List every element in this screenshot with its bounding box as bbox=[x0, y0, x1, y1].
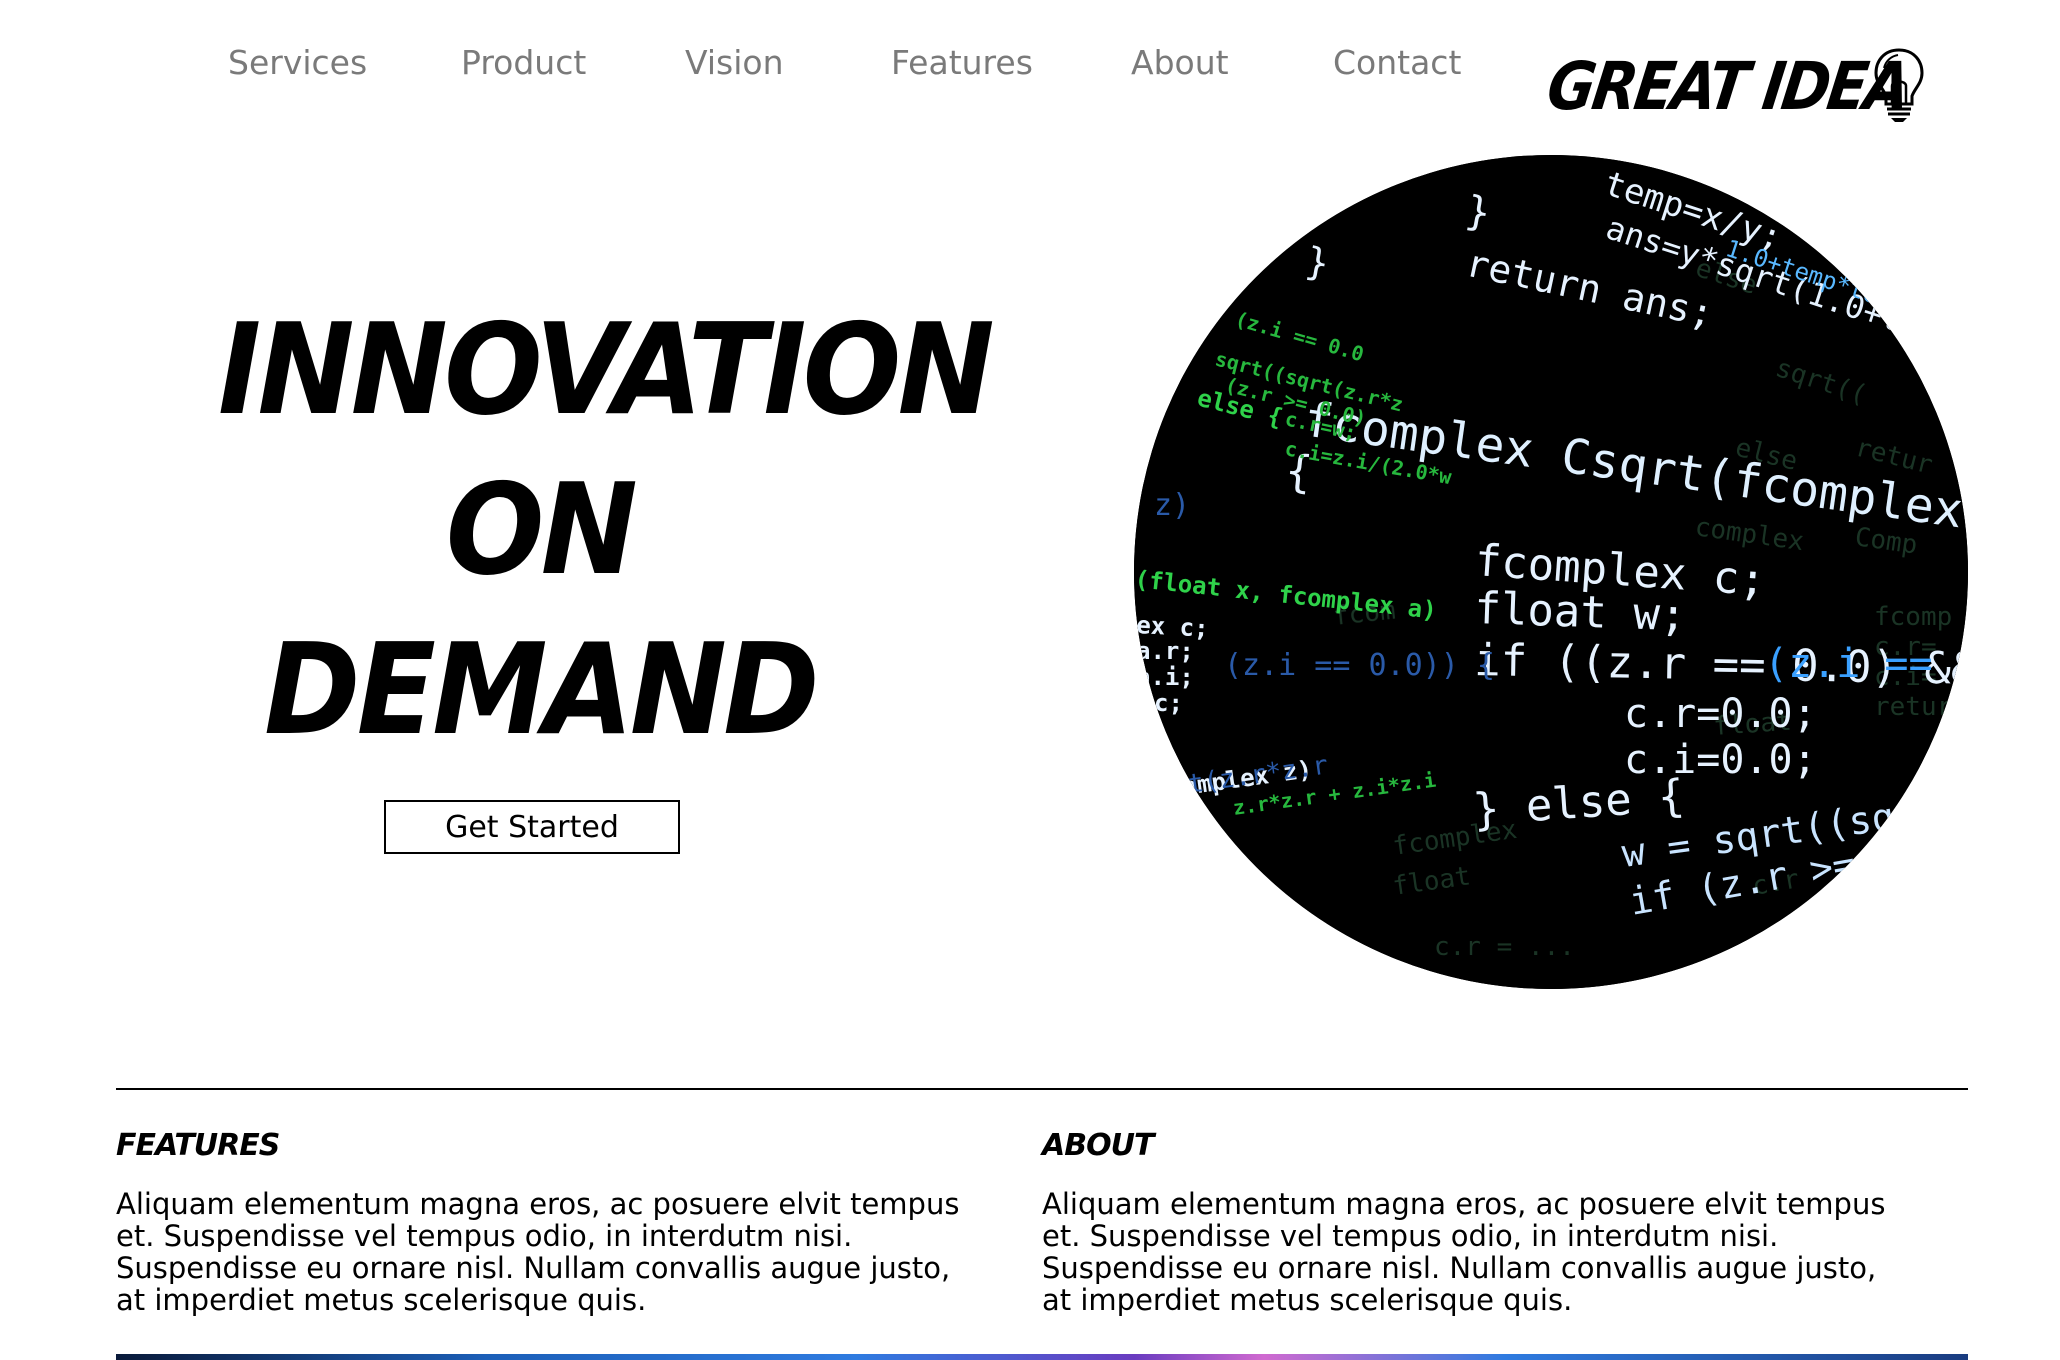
nav-link-about[interactable]: About bbox=[1131, 43, 1229, 82]
logo-text: GREAT IDEA bbox=[1542, 47, 1913, 125]
svg-text:(z.i == 0.0)) {: (z.i == 0.0)) { bbox=[1224, 648, 1495, 683]
svg-text:fcomp: fcomp bbox=[1874, 602, 1952, 632]
about-body: Aliquam elementum magna eros, ac posuere… bbox=[1042, 1187, 1886, 1317]
hero-title-line: ON bbox=[445, 456, 638, 603]
section-divider bbox=[116, 1088, 1968, 1090]
about-heading: About bbox=[1042, 1128, 1154, 1163]
code-line: c.r=0.0; bbox=[1624, 691, 1817, 737]
nav-link-vision[interactable]: Vision bbox=[685, 43, 783, 82]
code-line: float w; bbox=[1474, 583, 1688, 641]
code-line: a.r; bbox=[1136, 637, 1194, 665]
svg-text:c.r = ...: c.r = ... bbox=[1434, 932, 1575, 962]
svg-text:retur: retur bbox=[1874, 692, 1952, 722]
brand-logo[interactable]: GREAT IDEA bbox=[1543, 46, 1928, 126]
lightbulb-icon bbox=[1874, 48, 1924, 122]
hero-title-line: INNOVATION bbox=[218, 296, 995, 443]
code-image-svg: else sqrt(( else retur complex Comp fcom… bbox=[1134, 155, 1968, 989]
nav-link-contact[interactable]: Contact bbox=[1333, 43, 1461, 82]
nav-link-features[interactable]: Features bbox=[891, 43, 1033, 82]
about-section: About Aliquam elementum magna eros, ac p… bbox=[1042, 1126, 1912, 1316]
features-body: Aliquam elementum magna eros, ac posuere… bbox=[116, 1187, 960, 1317]
features-section: Features Aliquam elementum magna eros, a… bbox=[116, 1126, 986, 1316]
code-line: c; bbox=[1154, 689, 1183, 717]
hero-title-line: DEMAND bbox=[264, 616, 819, 763]
nav-link-product[interactable]: Product bbox=[461, 43, 586, 82]
hero-title: INNOVATION ON DEMAND bbox=[218, 290, 995, 770]
hero-code-image: else sqrt(( else retur complex Comp fcom… bbox=[1134, 155, 1968, 989]
get-started-button[interactable]: Get Started bbox=[384, 800, 680, 854]
svg-text:(z.i == 0.0): (z.i == 0.0) bbox=[1764, 641, 1968, 687]
features-heading: Features bbox=[116, 1128, 280, 1163]
svg-text:z): z) bbox=[1154, 488, 1190, 523]
bottom-image-strip bbox=[116, 1354, 1968, 1360]
code-line: a.i; bbox=[1136, 663, 1194, 691]
nav-link-services[interactable]: Services bbox=[228, 43, 367, 82]
